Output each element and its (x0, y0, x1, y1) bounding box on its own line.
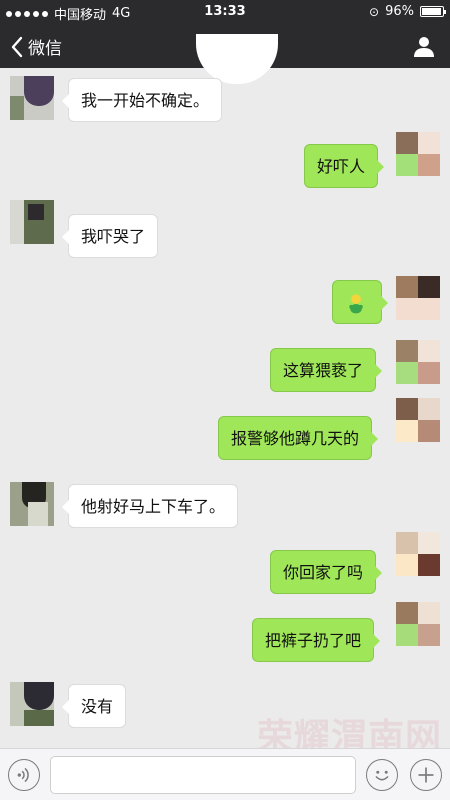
battery-icon (420, 6, 446, 17)
message-input[interactable] (50, 756, 356, 794)
chat-info-button[interactable] (412, 34, 436, 58)
my-avatar[interactable] (396, 532, 440, 576)
message-text: 他射好马上下车了。 (81, 497, 226, 516)
plus-icon (418, 767, 434, 783)
person-icon (414, 37, 434, 57)
my-avatar[interactable] (396, 276, 440, 320)
message-text: 报警够他蹲几天的 (231, 429, 360, 448)
voice-icon (17, 767, 29, 783)
message-sent[interactable] (332, 280, 388, 324)
message-sent[interactable]: 你回家了吗 (270, 550, 383, 594)
sticker-icon (349, 294, 363, 314)
message-text: 好吓人 (317, 157, 366, 176)
my-avatar[interactable] (396, 132, 440, 176)
message-received[interactable]: 我吓哭了 (61, 214, 159, 258)
message-received[interactable]: 他射好马上下车了。 (61, 484, 239, 528)
voice-input-button[interactable] (8, 759, 40, 791)
nav-bar: 微信 (0, 24, 450, 84)
my-avatar[interactable] (396, 340, 440, 384)
more-button[interactable] (410, 759, 442, 791)
back-label: 微信 (28, 39, 62, 59)
message-text: 你回家了吗 (283, 563, 364, 582)
contact-avatar[interactable] (10, 682, 54, 726)
message-text: 我吓哭了 (81, 227, 146, 246)
message-text: 没有 (81, 697, 114, 716)
status-bar: 中国移动 4G 13:33 ⊙ 96% (0, 0, 450, 24)
message-text: 我一开始不确定。 (81, 91, 210, 110)
contact-avatar[interactable] (10, 76, 54, 120)
emoji-button[interactable] (366, 759, 398, 791)
message-sent[interactable]: 这算猥亵了 (270, 348, 383, 392)
status-right: ⊙ 96% (369, 4, 446, 19)
chat-area[interactable]: 我一开始不确定。 好吓人 我吓哭了 这算猥亵了 报警够他蹲几天的 他射好马上下车… (0, 68, 450, 748)
message-received[interactable]: 我一开始不确定。 (61, 78, 223, 122)
message-sent[interactable]: 好吓人 (304, 144, 385, 188)
my-avatar[interactable] (396, 398, 440, 442)
chevron-left-icon (11, 36, 23, 57)
input-bar (0, 748, 450, 800)
message-sent[interactable]: 把裤子扔了吧 (252, 618, 381, 662)
smiley-icon (375, 770, 389, 781)
rotation-lock-icon: ⊙ (369, 4, 380, 19)
battery-level-fill (422, 8, 441, 15)
message-received[interactable]: 没有 (61, 684, 127, 728)
message-text: 把裤子扔了吧 (265, 631, 362, 650)
message-text: 这算猥亵了 (283, 361, 364, 380)
battery-percent: 96% (385, 4, 414, 19)
back-button[interactable]: 微信 (10, 34, 62, 59)
contact-avatar[interactable] (10, 200, 54, 244)
my-avatar[interactable] (396, 602, 440, 646)
contact-avatar[interactable] (10, 482, 54, 526)
message-sent[interactable]: 报警够他蹲几天的 (218, 416, 379, 460)
